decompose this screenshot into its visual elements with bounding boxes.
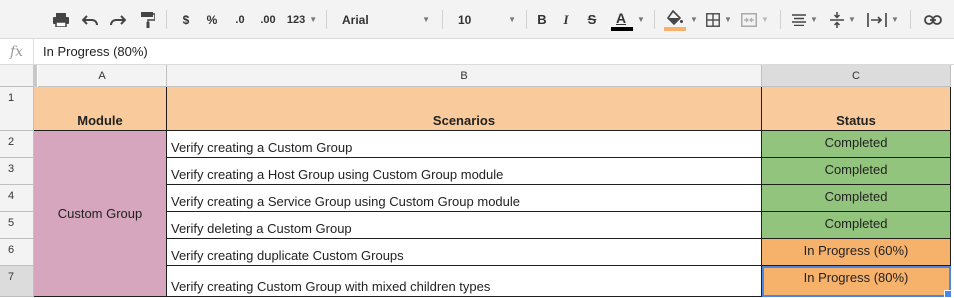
font-family-dropdown[interactable]: Arial ▼ <box>336 0 436 39</box>
scenario-cell[interactable]: Verify creating a Service Group using Cu… <box>167 185 762 212</box>
formula-input[interactable]: In Progress (80%) <box>43 39 148 64</box>
horizontal-align-button[interactable]: ▼ <box>788 0 822 39</box>
row-header-1[interactable]: 1 <box>0 87 34 131</box>
status-cell-selected[interactable]: In Progress (80%) <box>762 266 951 297</box>
font-family-label: Arial <box>342 12 369 27</box>
horizontal-align-icon <box>792 13 807 26</box>
fill-color-icon <box>664 9 687 31</box>
text-color-letter: A <box>616 9 627 26</box>
scenario-cell[interactable]: Verify deleting a Custom Group <box>167 212 762 239</box>
chevron-down-icon: ▼ <box>891 15 899 24</box>
chevron-down-icon: ▼ <box>637 15 645 24</box>
borders-button[interactable]: ▼ <box>702 0 736 39</box>
strikethrough-button[interactable]: S <box>582 0 602 39</box>
paint-format-icon <box>141 11 155 28</box>
toolbar-divider <box>526 10 527 29</box>
undo-button[interactable] <box>78 0 102 39</box>
text-color-swatch <box>611 26 634 31</box>
currency-format-button[interactable]: $ <box>176 0 196 39</box>
toolbar-divider <box>654 10 655 29</box>
column-header-b[interactable]: B <box>167 65 762 87</box>
scenario-cell[interactable]: Verify creating a Custom Group <box>167 131 762 158</box>
text-wrap-icon <box>867 12 887 27</box>
increase-decimal-button[interactable]: .00 <box>254 0 282 39</box>
scenario-cell[interactable]: Verify creating duplicate Custom Groups <box>167 239 762 266</box>
insert-link-button[interactable] <box>918 0 948 39</box>
more-formats-label: 123 <box>286 13 306 26</box>
toolbar-divider <box>326 10 327 29</box>
scenario-cell[interactable]: Verify creating Custom Group with mixed … <box>167 266 762 297</box>
paint-format-button[interactable] <box>136 0 160 39</box>
status-cell-completed[interactable]: Completed <box>762 212 951 239</box>
more-formats-dropdown[interactable]: 123 ▼ <box>284 0 320 39</box>
italic-button[interactable]: I <box>556 0 576 39</box>
chevron-down-icon: ▼ <box>690 15 698 24</box>
toolbar-divider <box>910 10 911 29</box>
chevron-down-icon: ▼ <box>761 15 769 24</box>
chevron-down-icon: ▼ <box>508 15 516 24</box>
status-cell-completed[interactable]: Completed <box>762 131 951 158</box>
row-header-7[interactable]: 7 <box>0 266 34 297</box>
row-header-5[interactable]: 5 <box>0 212 34 239</box>
header-cell-scenarios[interactable]: Scenarios <box>167 87 762 131</box>
column-header-a[interactable]: A <box>38 65 167 87</box>
text-color-button[interactable]: A ▼ <box>608 0 648 39</box>
status-cell-completed[interactable]: Completed <box>762 185 951 212</box>
font-size-dropdown[interactable]: 10 ▼ <box>452 0 522 39</box>
print-button[interactable] <box>48 0 74 39</box>
header-cell-status[interactable]: Status <box>762 87 951 131</box>
toolbar: $ % .0 .00 123 ▼ Arial ▼ 10 ▼ B I S A ▼ ▼ ▼… <box>0 0 954 39</box>
merge-cells-button[interactable]: ▼ <box>738 0 772 39</box>
formula-bar: fx In Progress (80%) <box>0 39 954 65</box>
column-header-c[interactable]: C <box>762 65 951 87</box>
redo-icon <box>110 14 126 25</box>
print-icon <box>53 12 69 27</box>
chevron-down-icon: ▼ <box>810 15 818 24</box>
fill-color-swatch <box>664 26 687 31</box>
link-icon <box>924 14 942 25</box>
scenario-cell[interactable]: Verify creating a Host Group using Custo… <box>167 158 762 185</box>
status-cell-completed[interactable]: Completed <box>762 158 951 185</box>
borders-icon <box>706 12 721 27</box>
redo-button[interactable] <box>106 0 130 39</box>
row-header-3[interactable]: 3 <box>0 158 34 185</box>
fx-icon: fx <box>0 39 34 64</box>
paint-bucket-icon <box>667 9 684 25</box>
merge-cells-icon <box>741 12 758 27</box>
fill-color-button[interactable]: ▼ <box>662 0 700 39</box>
font-size-label: 10 <box>458 12 472 27</box>
header-cell-module[interactable]: Module <box>34 87 167 131</box>
row-header-2[interactable]: 2 <box>0 131 34 158</box>
bold-button[interactable]: B <box>532 0 552 39</box>
decrease-decimal-button[interactable]: .0 <box>228 0 252 39</box>
row-header-6[interactable]: 6 <box>0 239 34 266</box>
toolbar-divider <box>166 10 167 29</box>
toolbar-divider <box>442 10 443 29</box>
chevron-down-icon: ▼ <box>724 15 732 24</box>
vertical-align-icon <box>830 11 845 28</box>
select-all-corner[interactable] <box>0 65 37 87</box>
text-wrap-button[interactable]: ▼ <box>862 0 904 39</box>
status-cell-in-progress[interactable]: In Progress (60%) <box>762 239 951 266</box>
text-color-icon: A <box>611 9 634 31</box>
undo-icon <box>82 14 98 25</box>
row-header-4[interactable]: 4 <box>0 185 34 212</box>
chevron-down-icon: ▼ <box>422 15 430 24</box>
percent-format-button[interactable]: % <box>202 0 222 39</box>
chevron-down-icon: ▼ <box>309 15 318 24</box>
vertical-align-button[interactable]: ▼ <box>826 0 860 39</box>
toolbar-divider <box>780 10 781 29</box>
module-cell[interactable]: Custom Group <box>34 131 167 297</box>
chevron-down-icon: ▼ <box>848 15 856 24</box>
